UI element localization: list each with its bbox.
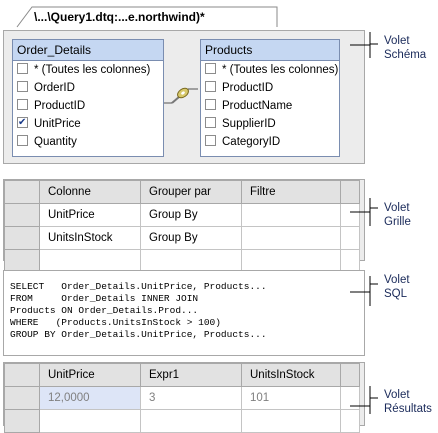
label-line: Volet [384, 389, 410, 401]
join-line[interactable] [162, 81, 200, 111]
label-line: SQL [384, 288, 408, 300]
column-item[interactable]: ProductID [13, 97, 163, 115]
column-item[interactable]: CategoryID [201, 133, 339, 151]
label-line: Schéma [384, 49, 427, 61]
results-grid[interactable]: UnitPrice Expr1 UnitsInStock 12,0000 3 1… [4, 363, 360, 433]
checkbox[interactable] [205, 135, 216, 146]
results-row[interactable]: 12,0000 3 101 [4, 386, 360, 410]
sql-pane[interactable]: SELECT Order_Details.UnitPrice, Products… [3, 270, 365, 356]
column-label: Quantity [34, 136, 77, 148]
label-schema: Volet Schéma [384, 34, 426, 62]
tab-title: \...\Query1.dtq:...e.northwind)* [34, 10, 205, 24]
column-item[interactable]: OrderID [13, 79, 163, 97]
column-item[interactable]: * (Toutes les colonnes) [13, 61, 163, 79]
sql-line: WHERE (Products.UnitsInStock > 100) [10, 317, 221, 328]
checkbox[interactable] [205, 81, 216, 92]
label-sql: Volet SQL [384, 273, 410, 301]
column-item[interactable]: ProductName [201, 97, 339, 115]
checkbox[interactable] [205, 63, 216, 74]
column-header[interactable]: Colonne [39, 180, 141, 204]
row-header-corner [4, 180, 40, 204]
checkbox[interactable] [17, 63, 28, 74]
column-label: ProductName [222, 100, 293, 112]
result-cell-expr1[interactable]: 3 [140, 386, 242, 410]
results-column-header[interactable]: UnitsInStock [241, 363, 341, 387]
label-line: Résultats [384, 403, 432, 415]
column-item[interactable]: ProductID [201, 79, 339, 97]
diagram-pane[interactable]: Order_Details * (Toutes les colonnes) Or… [3, 30, 365, 164]
results-pane[interactable]: UnitPrice Expr1 UnitsInStock 12,0000 3 1… [3, 362, 365, 433]
grid-cell-filter[interactable] [241, 203, 341, 227]
column-label: ProductID [34, 100, 86, 112]
sql-line: SELECT Order_Details.UnitPrice, Products… [10, 281, 267, 292]
result-cell[interactable] [39, 409, 141, 433]
checkbox-checked[interactable] [17, 114, 28, 132]
grid-cell-column[interactable]: UnitPrice [39, 203, 141, 227]
results-row[interactable] [4, 409, 360, 433]
grid-cell-group[interactable]: Group By [140, 203, 242, 227]
column-item[interactable]: UnitPrice [13, 114, 163, 133]
criteria-grid[interactable]: Colonne Grouper par Filtre UnitPrice Gro… [4, 180, 360, 273]
label-results: Volet Résultats [384, 388, 432, 416]
column-item[interactable]: SupplierID [201, 115, 339, 133]
grid-row[interactable]: UnitPrice Group By [4, 203, 360, 227]
column-item[interactable]: * (Toutes les colonnes) [201, 61, 339, 79]
grid-pane[interactable]: Colonne Grouper par Filtre UnitPrice Gro… [3, 179, 365, 273]
grid-header-row: Colonne Grouper par Filtre [4, 180, 360, 204]
row-selector[interactable] [4, 409, 40, 433]
table-title[interactable]: Order_Details [13, 40, 163, 61]
label-grid: Volet Grille [384, 201, 411, 229]
grid-row[interactable]: UnitsInStock Group By [4, 226, 360, 250]
document-tab[interactable]: \...\Query1.dtq:...e.northwind)* [16, 6, 278, 28]
label-line: Volet [384, 274, 410, 286]
table-products[interactable]: Products * (Toutes les colonnes) Product… [200, 39, 340, 157]
checkbox[interactable] [17, 99, 28, 110]
results-header-row: UnitPrice Expr1 UnitsInStock [4, 363, 360, 387]
checkbox[interactable] [205, 117, 216, 128]
join-key-icon [171, 87, 189, 104]
column-label: OrderID [34, 82, 75, 94]
row-selector[interactable] [4, 226, 40, 250]
result-cell-unitsinstock[interactable]: 101 [241, 386, 341, 410]
checkbox[interactable] [17, 135, 28, 146]
grid-cell-group[interactable]: Group By [140, 226, 242, 250]
checkbox[interactable] [205, 99, 216, 110]
callout-lines [350, 32, 378, 414]
column-label: * (Toutes les colonnes) [34, 64, 151, 76]
result-cell[interactable] [241, 409, 341, 433]
row-header-corner [4, 363, 40, 387]
label-line: Volet [384, 202, 410, 214]
column-label: CategoryID [222, 136, 281, 148]
result-cell[interactable] [140, 409, 242, 433]
results-column-header[interactable]: UnitPrice [39, 363, 141, 387]
column-item[interactable]: Quantity [13, 133, 163, 151]
sql-text[interactable]: SELECT Order_Details.UnitPrice, Products… [4, 271, 364, 341]
grid-cell-filter[interactable] [241, 226, 341, 250]
sql-line: GROUP BY Order_Details.UnitPrice, Produc… [10, 329, 267, 340]
results-column-header[interactable]: Expr1 [140, 363, 242, 387]
column-header[interactable]: Filtre [241, 180, 341, 204]
table-title[interactable]: Products [201, 40, 339, 61]
sql-line: Products ON Order_Details.Prod... [10, 305, 199, 316]
row-selector[interactable] [4, 203, 40, 227]
row-selector[interactable] [4, 386, 40, 410]
checkbox[interactable] [17, 81, 28, 92]
column-header[interactable]: Grouper par [140, 180, 242, 204]
column-label: ProductID [222, 82, 274, 94]
sql-line: FROM Order_Details INNER JOIN [10, 293, 199, 304]
column-label: SupplierID [222, 118, 276, 130]
label-line: Grille [384, 216, 411, 228]
grid-cell-column[interactable]: UnitsInStock [39, 226, 141, 250]
table-order-details[interactable]: Order_Details * (Toutes les colonnes) Or… [12, 39, 164, 157]
column-label: * (Toutes les colonnes) [222, 64, 339, 76]
label-line: Volet [384, 35, 410, 47]
column-label: UnitPrice [34, 118, 81, 130]
result-cell-unitprice[interactable]: 12,0000 [39, 386, 141, 410]
